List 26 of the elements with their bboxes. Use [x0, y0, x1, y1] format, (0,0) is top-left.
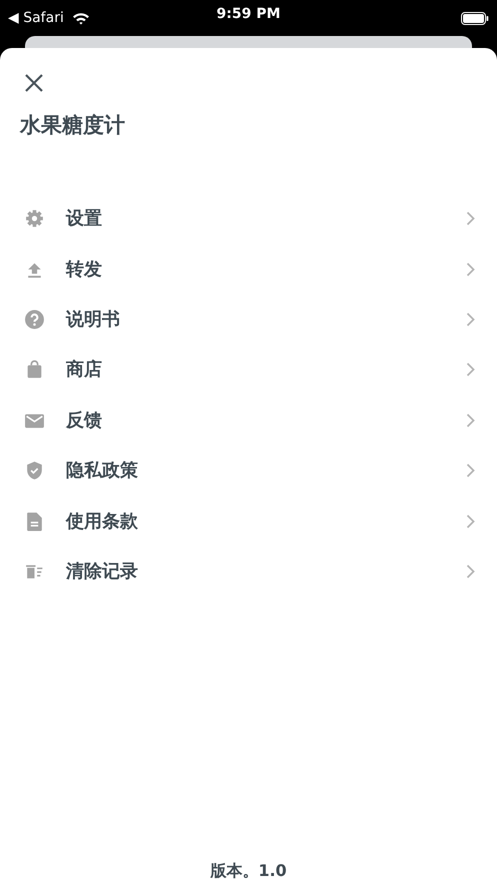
battery-icon — [461, 12, 489, 24]
menu-item[interactable]: 使用条款 — [0, 496, 497, 546]
menu-item[interactable]: 设置 — [0, 194, 497, 244]
chevron-icon — [466, 514, 475, 529]
version-label: 版本。1.0 — [209, 860, 288, 882]
chevron-icon — [466, 362, 475, 378]
shield-icon — [24, 460, 45, 482]
menu-item[interactable]: 反馈 — [0, 395, 497, 446]
menu-item[interactable]: 商店 — [0, 344, 497, 396]
chevron-icon — [466, 312, 475, 327]
wifi-icon — [72, 12, 90, 24]
menu-item[interactable]: 转发 — [0, 244, 497, 294]
help-icon — [24, 308, 45, 330]
app-title: 水果糖度计 — [20, 112, 126, 139]
menu-item[interactable]: 说明书 — [0, 294, 497, 345]
chevron-icon — [466, 211, 475, 226]
status-time: 9:59 PM — [216, 5, 280, 24]
chevron-icon — [466, 412, 475, 428]
gear-icon — [24, 208, 45, 230]
chevron-icon — [466, 463, 475, 478]
menu-item[interactable]: 清除记录 — [0, 546, 497, 597]
document-icon — [24, 510, 45, 532]
chevron-icon — [466, 564, 475, 579]
back-link[interactable]: ◀ Safari — [8, 8, 64, 28]
chevron-icon — [466, 262, 475, 277]
menu-item[interactable]: 隐私政策 — [0, 445, 497, 496]
